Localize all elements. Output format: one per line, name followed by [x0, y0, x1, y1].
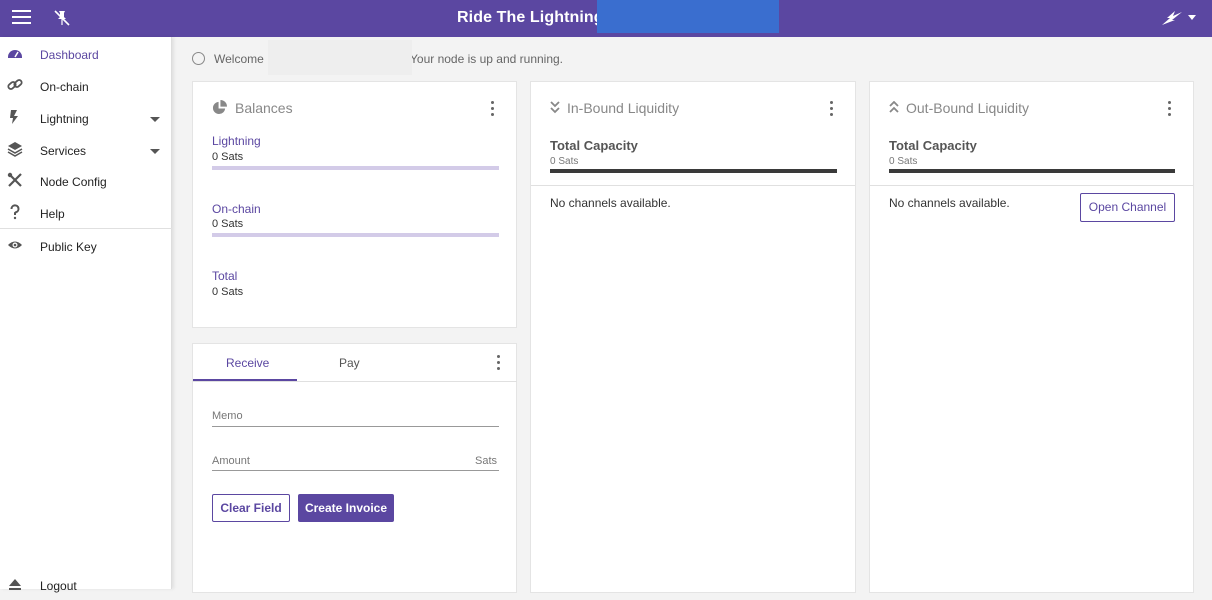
chevron-down-icon[interactable]: [150, 117, 160, 122]
card-title: In-Bound Liquidity: [567, 100, 680, 116]
total-capacity-value: 0 Sats: [889, 156, 918, 167]
capacity-bar: [550, 169, 837, 173]
card-title: Out-Bound Liquidity: [906, 100, 1029, 116]
amount-suffix: Sats: [474, 455, 497, 467]
chevron-down-icon[interactable]: [150, 149, 160, 154]
lightning-balance-bar: [212, 166, 499, 170]
double-chevron-down-icon: [550, 101, 560, 114]
more-options-icon[interactable]: [491, 101, 495, 117]
tab-divider: [193, 381, 517, 382]
sidebar-item-label: Lightning: [40, 112, 89, 126]
outbound-liquidity-card: Out-Bound Liquidity Total Capacity 0 Sat…: [869, 81, 1194, 593]
sidebar-divider: [0, 228, 172, 229]
sidebar-item-lightning[interactable]: Lightning: [0, 103, 172, 133]
sidebar-item-services[interactable]: Services: [0, 135, 172, 165]
lightning-balance-value: 0 Sats: [212, 151, 244, 163]
top-bar: Ride The Lightning -: [0, 0, 1212, 37]
eye-icon: [8, 241, 22, 249]
amount-underline: [212, 470, 499, 471]
app-title: Ride The Lightning -: [457, 9, 614, 26]
tab-receive[interactable]: Receive: [226, 356, 269, 370]
capacity-bar: [889, 169, 1175, 173]
sidebar-item-label: Dashboard: [40, 48, 99, 62]
card-title: Balances: [235, 100, 293, 116]
balances-card: Balances Lightning 0 Sats On-chain 0 Sat…: [192, 81, 517, 328]
sidebar-item-label: Help: [40, 207, 65, 221]
rtl-logo-icon[interactable]: [1161, 9, 1183, 27]
lightning-balance-label: Lightning: [212, 134, 261, 148]
pin-off-icon[interactable]: [53, 9, 71, 27]
sidebar-item-node-config[interactable]: Node Config: [0, 166, 172, 196]
sidebar-item-logout[interactable]: Logout: [0, 570, 172, 600]
bolt-icon: [10, 110, 18, 124]
sidebar-item-label: Logout: [40, 579, 77, 593]
total-capacity-label: Total Capacity: [889, 138, 977, 153]
welcome-suffix: Your node is up and running.: [410, 52, 564, 66]
sidebar-item-public-key[interactable]: Public Key: [0, 231, 172, 261]
pie-chart-icon: [212, 100, 227, 115]
sidebar-item-dashboard[interactable]: Dashboard: [0, 39, 172, 69]
sidebar-item-help[interactable]: Help: [0, 198, 172, 228]
total-capacity-value: 0 Sats: [550, 156, 579, 167]
redacted-node-alias: [597, 0, 779, 33]
double-chevron-up-icon: [889, 101, 899, 113]
total-balance-label: Total: [212, 269, 238, 283]
help-icon: [10, 204, 20, 220]
empty-channels-message: No channels available.: [550, 196, 671, 210]
onchain-balance-label: On-chain: [212, 202, 261, 216]
sidebar-item-label: Node Config: [40, 175, 107, 189]
total-balance-value: 0 Sats: [212, 286, 244, 298]
link-icon: [7, 79, 23, 90]
more-options-icon[interactable]: [830, 101, 834, 117]
sidebar-item-label: Services: [40, 144, 87, 158]
sidebar: Dashboard On-chain Lightning Services No…: [0, 37, 172, 593]
eject-icon: [9, 579, 21, 590]
create-invoice-button[interactable]: Create Invoice: [298, 494, 394, 522]
onchain-balance-bar: [212, 233, 499, 237]
clear-field-button[interactable]: Clear Field: [212, 494, 290, 522]
more-options-icon[interactable]: [1168, 101, 1172, 117]
sidebar-item-label: On-chain: [40, 80, 89, 94]
tools-icon: [7, 172, 22, 187]
onchain-balance-value: 0 Sats: [212, 218, 244, 230]
dashboard-icon: [8, 50, 22, 58]
card-divider: [531, 185, 855, 186]
memo-input[interactable]: Memo: [212, 410, 243, 422]
transactions-card: Receive Pay Memo Amount Sats Clear Field…: [192, 343, 517, 593]
open-channel-button[interactable]: Open Channel: [1080, 193, 1175, 222]
memo-underline: [212, 426, 499, 427]
menu-icon[interactable]: [12, 10, 31, 26]
sidebar-item-label: Public Key: [40, 240, 97, 254]
more-options-icon[interactable]: [497, 355, 501, 371]
amount-input[interactable]: Amount: [212, 455, 250, 467]
tab-pay[interactable]: Pay: [339, 356, 360, 370]
card-divider: [870, 185, 1193, 186]
layers-icon: [7, 142, 23, 157]
sidebar-item-on-chain[interactable]: On-chain: [0, 71, 172, 101]
redacted-alias: [268, 40, 412, 75]
welcome-prefix: Welcome: [214, 52, 264, 66]
chevron-down-icon[interactable]: [1188, 15, 1196, 20]
inbound-liquidity-card: In-Bound Liquidity Total Capacity 0 Sats…: [530, 81, 856, 593]
total-capacity-label: Total Capacity: [550, 138, 638, 153]
empty-channels-message: No channels available.: [889, 196, 1010, 210]
smiley-icon: [192, 52, 205, 65]
